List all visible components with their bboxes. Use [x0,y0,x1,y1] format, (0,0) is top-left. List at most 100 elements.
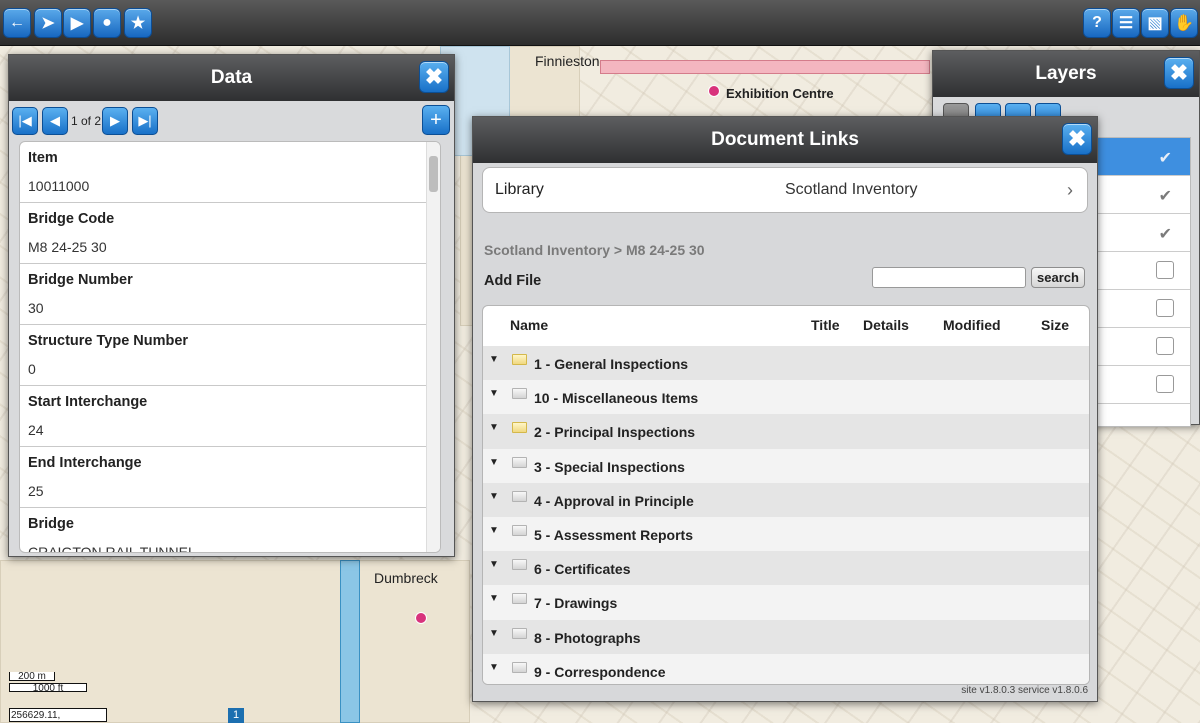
scrollbar[interactable] [426,142,440,552]
column-header-modified[interactable]: Modified [943,317,1001,333]
chevron-right-icon: › [1067,179,1073,200]
attribute-value: 24 [28,422,44,438]
attribute-item: Bridge Code M8 24-25 30 [20,203,440,264]
folder-name[interactable]: 1 - General Inspections [534,356,688,372]
station-marker[interactable] [415,612,427,624]
close-icon[interactable]: ✖ [419,61,449,93]
column-header-size[interactable]: Size [1041,317,1069,333]
expand-triangle-icon[interactable]: ▼ [489,559,499,570]
folder-open-icon [512,422,527,434]
file-table: Name Title Details Modified Size ▼ 1 - Ge… [482,305,1090,685]
column-header-details[interactable]: Details [863,317,909,333]
column-header-title[interactable]: Title [811,317,840,333]
measure-icon[interactable]: ▶ [63,8,91,38]
folder-row[interactable]: ▼ 2 - Principal Inspections [483,414,1089,449]
data-panel-title: Data [210,67,253,88]
search-input[interactable] [872,267,1026,288]
attribute-label: Structure Type Number [28,333,189,349]
attribute-list[interactable]: Item 10011000 Bridge Code M8 24-25 30 Br… [19,141,441,553]
folder-row[interactable]: ▼ 1 - General Inspections [483,346,1089,381]
expand-triangle-icon[interactable]: ▼ [489,457,499,468]
layer-checkbox[interactable] [1156,261,1174,279]
library-selector[interactable]: Library Scotland Inventory › [482,167,1088,213]
expand-triangle-icon[interactable]: ▼ [489,491,499,502]
help-icon[interactable]: ? [1083,8,1111,38]
first-record-icon[interactable]: |◀ [12,107,38,135]
attribute-label: Bridge Number [28,272,133,288]
print-icon[interactable]: ▧ [1141,8,1169,38]
folder-icon [512,524,527,536]
expand-triangle-icon[interactable]: ▼ [489,354,499,365]
folder-icon [512,593,527,605]
layers-stack-icon[interactable]: ☰ [1112,8,1140,38]
folder-name[interactable]: 5 - Assessment Reports [534,527,693,543]
pan-hand-icon[interactable]: ✋ [1170,8,1198,38]
railway-road [600,60,930,74]
motorway-road [340,560,360,723]
expand-triangle-icon[interactable]: ▼ [489,422,499,433]
check-icon[interactable]: ✔ [1159,224,1172,244]
data-panel-header: Data ✖ [9,55,454,101]
lightbulb-icon[interactable]: ● [93,8,121,38]
expand-triangle-icon[interactable]: ▼ [489,525,499,536]
column-header-name[interactable]: Name [510,317,548,333]
folder-name[interactable]: 3 - Special Inspections [534,459,685,475]
folder-row[interactable]: ▼ 9 - Correspondence [483,653,1089,684]
layer-checkbox[interactable] [1156,375,1174,393]
folder-name[interactable]: 2 - Principal Inspections [534,424,695,440]
page-indicator: 1 of 2 [71,114,102,128]
expand-triangle-icon[interactable]: ▼ [489,628,499,639]
back-arrow-icon[interactable]: ← [3,8,31,38]
folder-row[interactable]: ▼ 3 - Special Inspections [483,448,1089,483]
previous-record-icon[interactable]: ◀ [42,107,68,135]
place-label-dumbreck: Dumbreck [374,570,438,586]
attribute-item: Bridge Number 30 [20,264,440,325]
attribute-item: Structure Type Number 0 [20,325,440,386]
expand-triangle-icon[interactable]: ▼ [489,662,499,673]
layer-checkbox[interactable] [1156,299,1174,317]
search-button[interactable]: search [1031,267,1085,288]
folder-row[interactable]: ▼ 7 - Drawings [483,585,1089,620]
scale-bar: 200 m 1000 ft [9,672,87,694]
pointer-icon[interactable]: ➤ [34,8,62,38]
attribute-item: End Interchange 25 [20,447,440,508]
data-panel: Data ✖ |◀ ◀ 1 of 2 ▶ ▶| + Item 10011000 … [8,54,455,557]
check-icon[interactable]: ✔ [1159,148,1172,168]
folder-name[interactable]: 6 - Certificates [534,561,630,577]
folder-icon [512,388,527,400]
folder-row[interactable]: ▼ 6 - Certificates [483,551,1089,586]
add-file-link[interactable]: Add File [484,273,541,289]
library-label: Library [495,181,544,198]
attribute-value: 25 [28,483,44,499]
attribute-value: 10011000 [28,178,90,194]
folder-name[interactable]: 8 - Photographs [534,630,641,646]
folder-row[interactable]: ▼ 4 - Approval in Principle [483,482,1089,517]
layer-checkbox[interactable] [1156,337,1174,355]
folder-name[interactable]: 9 - Correspondence [534,664,665,680]
close-icon[interactable]: ✖ [1062,123,1092,155]
scale-metres: 200 m [9,672,55,682]
close-icon[interactable]: ✖ [1164,57,1194,89]
folder-name[interactable]: 4 - Approval in Principle [534,493,694,509]
attribute-value: 0 [28,361,36,377]
attribute-value: M8 24-25 30 [28,239,107,255]
scrollbar-thumb[interactable] [429,156,438,192]
folder-name[interactable]: 7 - Drawings [534,595,617,611]
folder-icon [512,627,527,639]
folder-row[interactable]: ▼ 8 - Photographs [483,619,1089,654]
add-record-icon[interactable]: + [422,105,450,135]
folder-row[interactable]: ▼ 10 - Miscellaneous Items [483,380,1089,415]
document-links-title: Document Links [711,129,859,150]
scale-feet: 1000 ft [9,683,87,694]
expand-triangle-icon[interactable]: ▼ [489,593,499,604]
folder-row[interactable]: ▼ 5 - Assessment Reports [483,516,1089,552]
star-icon[interactable]: ★ [124,8,152,38]
last-record-icon[interactable]: ▶| [132,107,158,135]
check-icon[interactable]: ✔ [1159,186,1172,206]
document-links-header: Document Links ✖ [473,117,1097,163]
folder-icon [512,559,527,571]
folder-name[interactable]: 10 - Miscellaneous Items [534,390,698,406]
expand-triangle-icon[interactable]: ▼ [489,388,499,399]
station-marker[interactable] [708,85,720,97]
next-record-icon[interactable]: ▶ [102,107,128,135]
